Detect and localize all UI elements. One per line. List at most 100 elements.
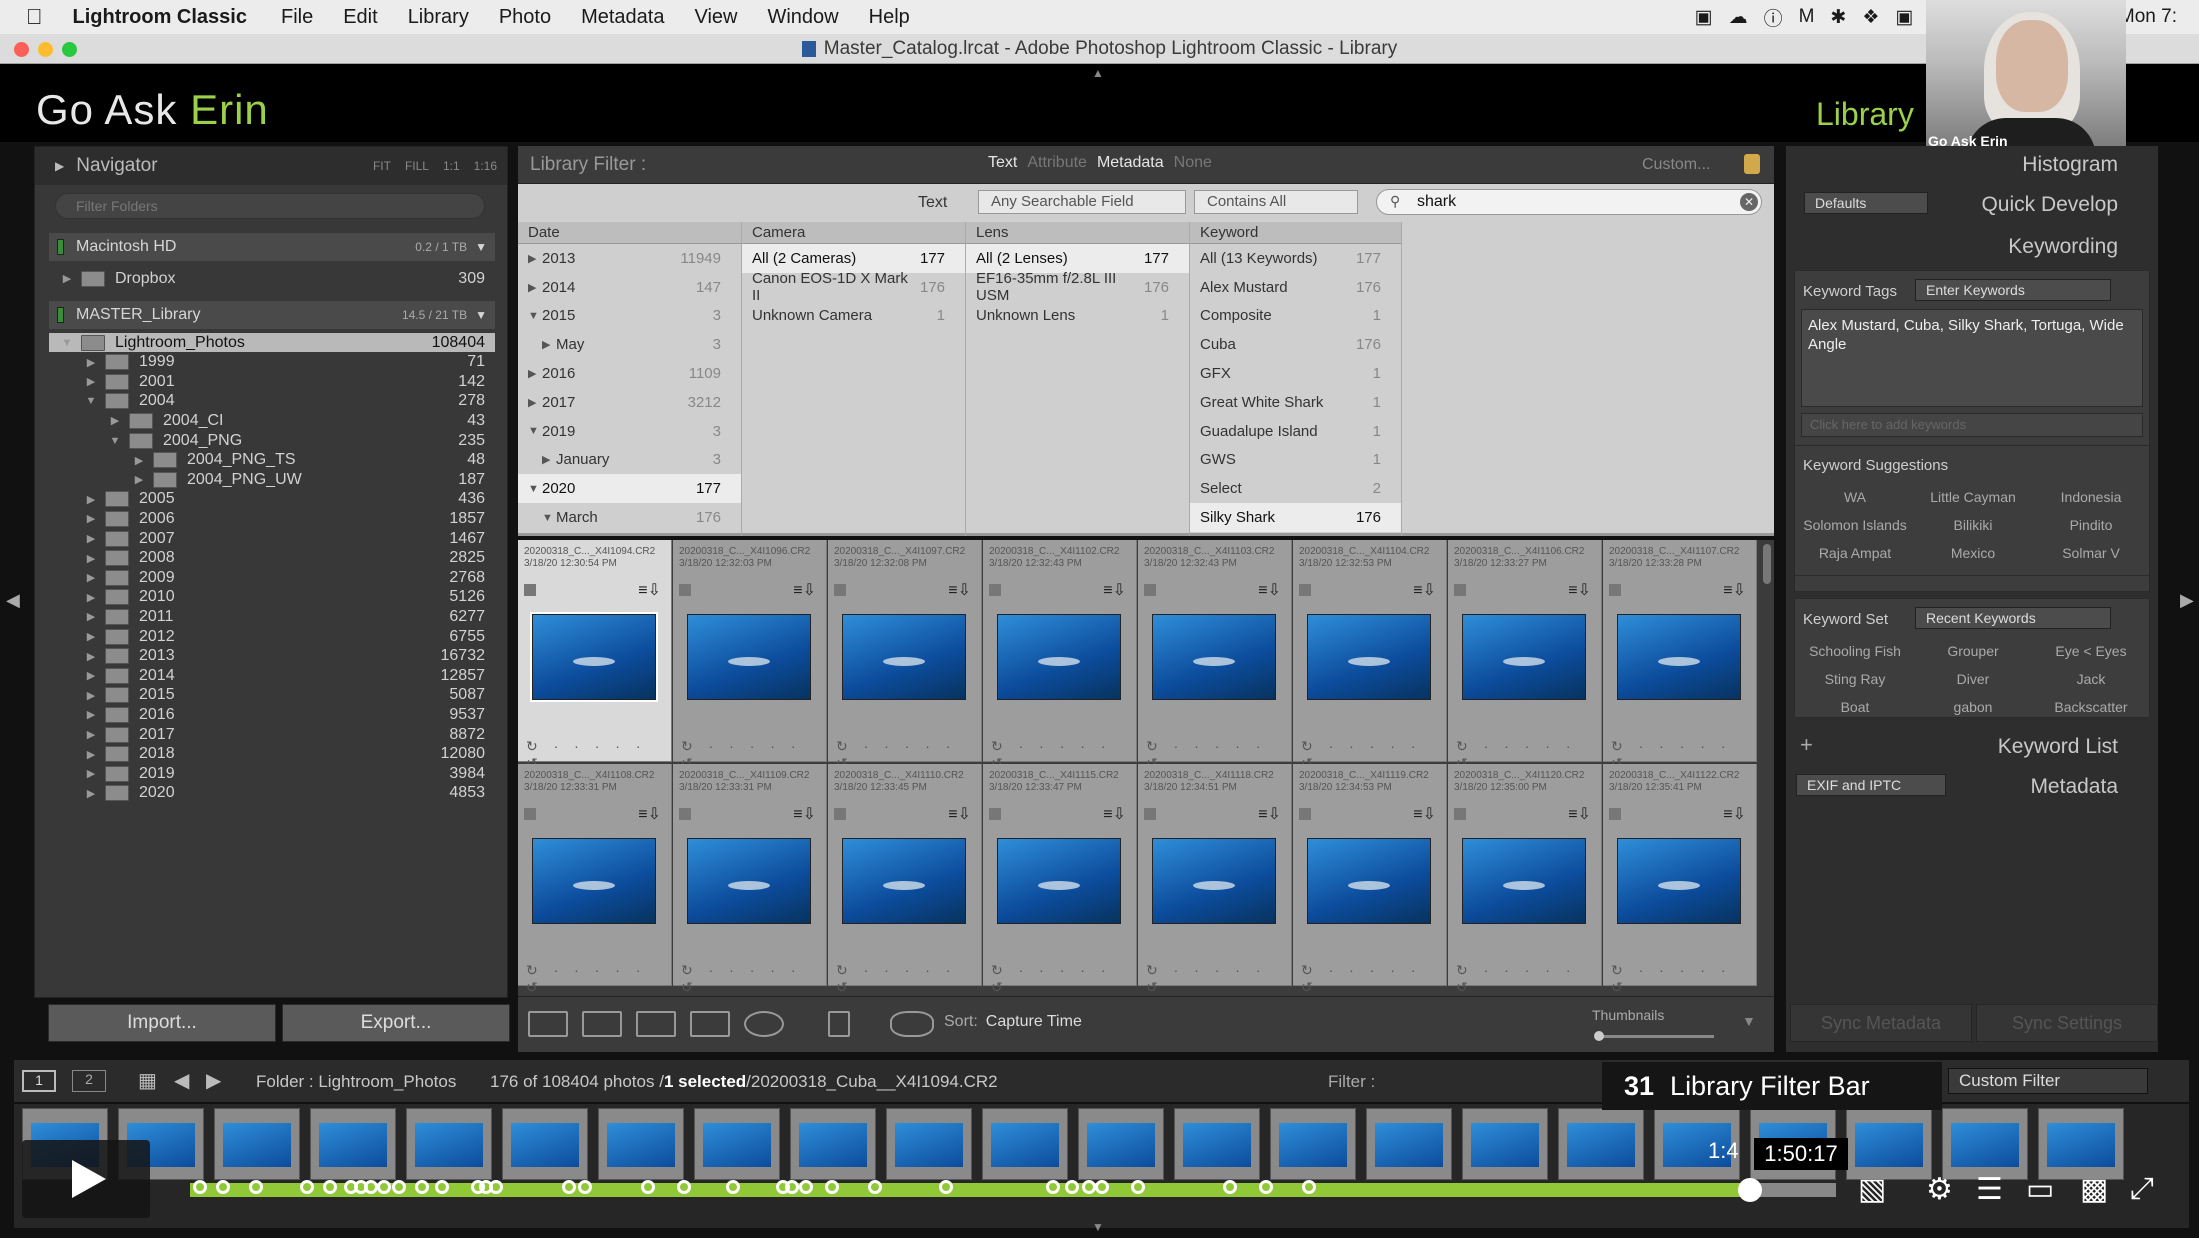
thumbnail-image[interactable] — [842, 838, 966, 924]
metadata-badge-icon[interactable]: ≡⇩ — [1258, 580, 1281, 600]
metadata-row[interactable]: Silky Shark 176 — [1190, 503, 1401, 532]
chapter-marker[interactable] — [578, 1180, 593, 1194]
selected-filename[interactable]: /20200318_Cuba__X4I1094.CR2 — [746, 1072, 997, 1091]
menu-metadata[interactable]: Metadata — [581, 6, 664, 29]
clear-search-icon[interactable]: ✕ — [1740, 193, 1758, 211]
rating-dots[interactable]: ↻ · · · · · ↺ — [1611, 962, 1756, 996]
filmstrip-frame[interactable] — [790, 1108, 876, 1180]
chapter-marker[interactable] — [392, 1180, 407, 1194]
folder-row[interactable]: ▶ 2004_PNG_TS 48 — [49, 451, 495, 470]
expand-triangle-icon[interactable]: ▼ — [59, 337, 75, 349]
expand-triangle-icon[interactable]: ▶ — [83, 375, 99, 388]
painter-icon[interactable] — [828, 1011, 850, 1037]
expand-triangle-icon[interactable]: ▶ — [83, 767, 99, 780]
metadata-badge-icon[interactable]: ≡⇩ — [948, 580, 971, 600]
m-icon[interactable]: M — [1799, 6, 1815, 28]
grid-cell[interactable]: 20200318_C..._X4I1120.CR2 3/18/20 12:35:0… — [1448, 764, 1602, 995]
grid-cell[interactable]: 20200318_C..._X4I1103.CR2 3/18/20 12:32:4… — [1138, 540, 1292, 771]
sort-value[interactable]: Capture Time — [986, 1013, 1082, 1030]
folder-dropbox[interactable]: ▶ Dropbox 309 — [49, 265, 495, 292]
metadata-column-header[interactable]: Camera — [742, 222, 965, 244]
add-keywords-input[interactable]: Click here to add keywords — [1801, 413, 2143, 437]
rating-dots[interactable]: ↻ · · · · · ↺ — [526, 962, 671, 996]
metadata-column-header[interactable]: Date — [518, 222, 741, 244]
expand-triangle-icon[interactable]: ▶ — [83, 591, 99, 604]
flag-icon[interactable] — [1299, 808, 1311, 820]
metadata-row[interactable]: Alex Mustard 176 — [1190, 273, 1401, 302]
metadata-row[interactable]: ▶ 2017 3212 — [518, 388, 741, 417]
filter-tab-metadata[interactable]: Metadata — [1097, 154, 1164, 172]
left-panel-toggle-icon[interactable]: ◀ — [6, 590, 20, 611]
metadata-row[interactable]: Select 2 — [1190, 474, 1401, 503]
filter-tab-none[interactable]: None — [1174, 154, 1212, 172]
expand-triangle-icon[interactable]: ▶ — [83, 532, 99, 545]
metadata-row[interactable]: ▶ 2014 147 — [518, 273, 741, 302]
thumbnail-image[interactable] — [1617, 838, 1741, 924]
metadata-row[interactable]: ▼ March 176 — [518, 503, 741, 532]
minimize-window-button[interactable] — [38, 42, 53, 57]
thumbnail-image[interactable] — [1152, 838, 1276, 924]
folder-row[interactable]: ▶ 2006 1857 — [49, 509, 495, 528]
metadata-row[interactable]: All (2 Lenses) 177 — [966, 244, 1189, 273]
thumbnail-image[interactable] — [1307, 614, 1431, 700]
display-icon[interactable]: ▣ — [1695, 6, 1713, 29]
metadata-row[interactable]: Great White Shark 1 — [1190, 388, 1401, 417]
keyword-chip[interactable]: Jack — [2035, 671, 2147, 687]
chapter-marker[interactable] — [215, 1180, 230, 1194]
expand-triangle-icon[interactable]: ▶ — [131, 473, 147, 486]
keyword-chip[interactable]: Bilikiki — [1917, 517, 2029, 533]
filmstrip-frame[interactable] — [214, 1108, 300, 1180]
app-menu[interactable]: Lightroom Classic — [73, 6, 247, 29]
rating-dots[interactable]: ↻ · · · · · ↺ — [1456, 962, 1601, 996]
metadata-badge-icon[interactable]: ≡⇩ — [1258, 804, 1281, 824]
keyword-chip[interactable]: Backscatter — [2035, 699, 2147, 715]
metadata-badge-icon[interactable]: ≡⇩ — [1103, 580, 1126, 600]
dropbox-icon[interactable]: ❖ — [1862, 6, 1879, 29]
folder-row[interactable]: ▶ 2010 5126 — [49, 588, 495, 607]
metadata-row[interactable]: ▼ 2015 3 — [518, 302, 741, 331]
filmstrip-frame[interactable] — [1846, 1108, 1932, 1180]
keyword-chip[interactable]: Schooling Fish — [1799, 643, 1911, 659]
flag-icon[interactable] — [1454, 808, 1466, 820]
folder-row[interactable]: ▶ 2009 2768 — [49, 568, 495, 587]
metadata-column-header[interactable]: Lens — [966, 222, 1189, 244]
keyword-chip[interactable]: Indonesia — [2035, 489, 2147, 505]
folder-row[interactable]: ▶ 2005 436 — [49, 490, 495, 509]
zoom-1-1[interactable]: 1:1 — [443, 159, 460, 173]
folder-row[interactable]: ▶ 2007 1467 — [49, 529, 495, 548]
expand-triangle-icon[interactable]: ▶ — [83, 728, 99, 741]
metadata-row[interactable]: All (13 Keywords) 177 — [1190, 244, 1401, 273]
filmstrip-frame[interactable] — [982, 1108, 1068, 1180]
menu-window[interactable]: Window — [767, 6, 838, 29]
flag-icon[interactable] — [1299, 584, 1311, 596]
thumbnail-image[interactable] — [687, 614, 811, 700]
grid-icon[interactable]: ▦ — [138, 1068, 157, 1093]
keyword-chip[interactable]: WA — [1799, 489, 1911, 505]
chapter-marker[interactable] — [322, 1180, 337, 1194]
metadata-row[interactable]: EF16-35mm f/2.8L III USM 176 — [966, 270, 1189, 304]
keyword-chip[interactable]: Raja Ampat — [1799, 545, 1911, 561]
metadata-badge-icon[interactable]: ≡⇩ — [1103, 804, 1126, 824]
filmstrip-frame[interactable] — [886, 1108, 972, 1180]
volume-menu-icon[interactable]: ▼ — [475, 308, 487, 322]
keyword-set-select[interactable]: Recent Keywords — [1915, 607, 2111, 629]
metadata-badge-icon[interactable]: ≡⇩ — [793, 580, 816, 600]
folder-row[interactable]: ▼ 2004_PNG 235 — [49, 431, 495, 450]
thumbnail-image[interactable] — [997, 614, 1121, 700]
lock-icon[interactable] — [1744, 154, 1760, 174]
filmstrip-frame[interactable] — [502, 1108, 588, 1180]
folder-row[interactable]: ▶ 2017 8872 — [49, 725, 495, 744]
toolbar-menu-icon[interactable]: ▼ — [1742, 1013, 1756, 1029]
chapter-marker[interactable] — [640, 1180, 655, 1194]
video-scrubber[interactable] — [1738, 1178, 1762, 1202]
filmstrip-frame[interactable] — [1270, 1108, 1356, 1180]
keyword-chip[interactable]: Solmar V — [2035, 545, 2147, 561]
rating-dots[interactable]: ↻ · · · · · ↺ — [1301, 962, 1446, 996]
grid-cell[interactable]: 20200318_C..._X4I1106.CR2 3/18/20 12:33:2… — [1448, 540, 1602, 771]
zoom-window-button[interactable] — [62, 42, 77, 57]
folder-search-input[interactable]: Filter Folders — [55, 193, 485, 219]
picture-in-picture-icon[interactable]: ▩ — [2080, 1172, 2108, 1207]
folder-row[interactable]: ▶ 2015 5087 — [49, 686, 495, 705]
grid-cell[interactable]: 20200318_C..._X4I1122.CR2 3/18/20 12:35:4… — [1603, 764, 1757, 995]
menu-edit[interactable]: Edit — [343, 6, 377, 29]
